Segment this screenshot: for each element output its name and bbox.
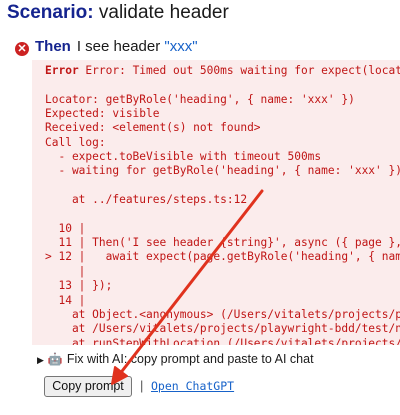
- step-argument: "xxx": [164, 38, 198, 55]
- scenario-keyword: Scenario:: [7, 2, 94, 23]
- scenario-title: validate header: [98, 2, 229, 23]
- failed-step: ✕ Then I see header "xxx": [15, 38, 198, 56]
- fix-label: Fix with AI:: [66, 352, 128, 366]
- step-keyword: Then: [35, 38, 71, 55]
- error-label: Error: [45, 64, 79, 77]
- step-text: I see header: [76, 38, 161, 55]
- robot-icon: 🤖: [47, 352, 63, 366]
- copy-prompt-button[interactable]: Copy prompt: [44, 376, 132, 397]
- error-content: Error Error: Timed out 500ms waiting for…: [32, 60, 400, 345]
- fix-with-ai-toggle[interactable]: ▶ 🤖 Fix with AI: copy prompt and paste to …: [37, 352, 314, 367]
- scenario-header: Scenario: validate header: [7, 0, 229, 26]
- error-panel: Error Error: Timed out 500ms waiting for…: [32, 60, 400, 345]
- error-message: Error: Timed out 500ms waiting for expec…: [85, 64, 400, 77]
- fix-hint: copy prompt and paste to AI chat: [130, 352, 314, 366]
- open-chatgpt-link[interactable]: Open ChatGPT: [151, 379, 234, 393]
- error-details: Locator: getByRole('heading', { name: 'x…: [45, 92, 400, 345]
- separator: |: [140, 378, 144, 393]
- x-circle-icon: ✕: [15, 42, 29, 56]
- triangle-right-icon: ▶: [37, 355, 44, 365]
